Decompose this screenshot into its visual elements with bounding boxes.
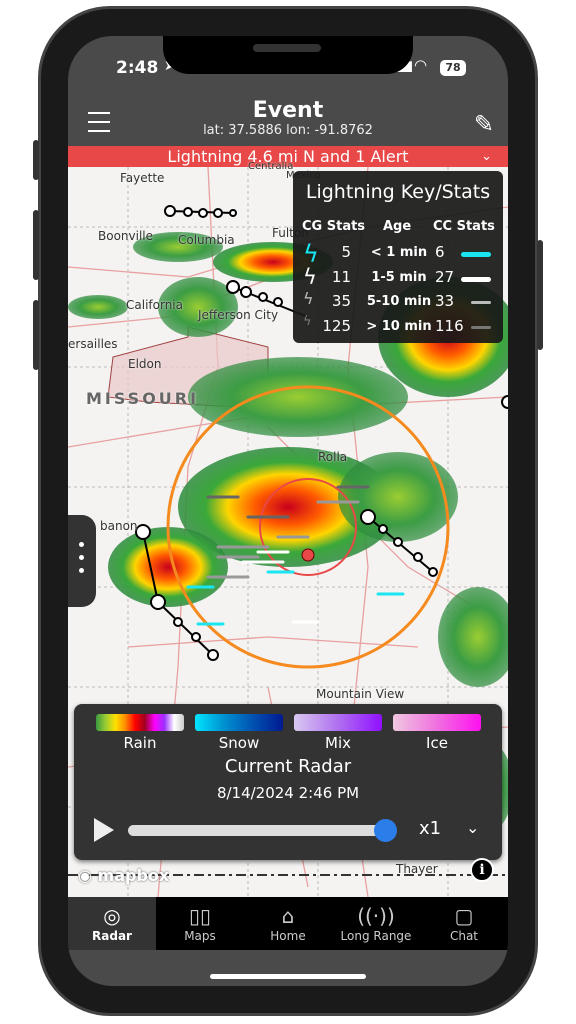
cg-count: 11 bbox=[331, 267, 351, 286]
tab-radar[interactable]: ◎ Radar bbox=[68, 897, 156, 950]
age-range: < 1 min bbox=[370, 245, 428, 260]
map-label: Fayette bbox=[120, 171, 165, 185]
tab-label: Long Range bbox=[340, 929, 412, 943]
lightning-bolt-icon: ϟ bbox=[303, 264, 317, 289]
cc-count: 27 bbox=[435, 267, 455, 286]
cc-color-swatch bbox=[471, 325, 491, 329]
map-label: Thayer bbox=[396, 862, 438, 876]
info-icon[interactable]: i bbox=[470, 858, 494, 882]
mapbox-logo: ◉ mapbox bbox=[78, 866, 170, 885]
side-drawer-handle[interactable] bbox=[68, 515, 96, 607]
cg-count: 125 bbox=[322, 316, 351, 335]
mapbox-text: mapbox bbox=[97, 866, 170, 885]
rain-color-bar bbox=[96, 714, 184, 731]
page-title: Event bbox=[252, 98, 324, 123]
edit-pencil-icon[interactable]: ✎ bbox=[474, 110, 494, 138]
age-range: 1-5 min bbox=[371, 269, 427, 285]
notch bbox=[163, 36, 413, 74]
cg-count: 35 bbox=[331, 292, 351, 310]
cc-color-swatch bbox=[471, 301, 491, 304]
tab-long-range[interactable]: ((·)) Long Range bbox=[332, 897, 420, 950]
map-label: California bbox=[126, 298, 183, 312]
cc-stats-header: CC Stats bbox=[433, 219, 495, 234]
wifi-status-icon: ◠ bbox=[414, 56, 428, 74]
tab-chat[interactable]: ▢ Chat bbox=[420, 897, 508, 950]
cc-count: 116 bbox=[435, 316, 464, 335]
radar-title: Current Radar bbox=[224, 756, 352, 777]
playback-speed[interactable]: x1 bbox=[419, 818, 441, 839]
tab-bar: ◎ Radar ▯▯ Maps ⌂ Home ((·)) Long Range ▢ Chat bbox=[68, 897, 508, 950]
map-label: banon bbox=[100, 519, 138, 533]
tab-label: Maps bbox=[184, 929, 216, 943]
lightning-row: ϟ 125 > 10 min 116 bbox=[293, 313, 503, 341]
tab-label: Chat bbox=[449, 929, 479, 943]
radar-datetime: 8/14/2024 2:46 PM bbox=[216, 784, 360, 802]
lightning-bolt-icon: ϟ bbox=[303, 289, 314, 308]
timeline-slider[interactable] bbox=[128, 825, 390, 836]
lightning-bolt-icon: ϟ bbox=[303, 313, 312, 329]
cc-color-swatch bbox=[461, 252, 491, 257]
lightning-key-panel: Lightning Key/Stats CG Stats Age CC Stat… bbox=[293, 171, 503, 343]
map-label: Eldon bbox=[128, 357, 162, 371]
lightning-row: ϟ 5 < 1 min 6 bbox=[293, 240, 503, 268]
cg-stats-header: CG Stats bbox=[302, 219, 366, 234]
legend-rain: Rain bbox=[123, 734, 157, 752]
battery-indicator: 78 bbox=[440, 60, 466, 76]
map-label: Jefferson City bbox=[198, 308, 279, 322]
tab-label: Radar bbox=[92, 929, 132, 943]
age-range: 5-10 min bbox=[366, 294, 432, 309]
cc-color-swatch bbox=[461, 276, 491, 282]
collapse-chevron-icon[interactable]: ⌄ bbox=[466, 818, 479, 837]
ice-color-bar bbox=[393, 714, 481, 731]
cg-count: 5 bbox=[341, 243, 351, 261]
tab-home[interactable]: ⌂ Home bbox=[244, 897, 332, 950]
radar-icon: ◎ bbox=[103, 904, 121, 928]
screen: 2:48➤ ▂▄▆ ◠ 78 Event lat: 37.5886 lon: -… bbox=[68, 36, 508, 986]
legend-mix: Mix bbox=[325, 734, 351, 752]
cc-count: 6 bbox=[435, 243, 445, 261]
map-label: Rolla bbox=[318, 450, 348, 464]
power-button bbox=[537, 240, 543, 350]
lightning-key-title: Lightning Key/Stats bbox=[305, 181, 491, 203]
map-label: Boonville bbox=[98, 229, 154, 243]
chat-icon: ▢ bbox=[454, 904, 474, 928]
home-icon: ⌂ bbox=[281, 904, 295, 928]
home-indicator bbox=[210, 974, 366, 979]
map-label-state: MISSOURI bbox=[86, 389, 200, 408]
status-time: 2:48 bbox=[116, 58, 159, 78]
snow-color-bar bbox=[195, 714, 283, 731]
legend-snow: Snow bbox=[218, 734, 260, 752]
header: Event lat: 37.5886 lon: -91.8762 ✎ bbox=[68, 96, 508, 146]
map-label: Columbia bbox=[178, 233, 235, 247]
radar-legend-panel: Rain Snow Mix Ice Current Radar 8/14/202… bbox=[74, 704, 502, 860]
wifi-icon: ((·)) bbox=[357, 904, 395, 928]
tab-label: Home bbox=[270, 929, 306, 943]
menu-icon[interactable] bbox=[88, 112, 110, 139]
map-label: ersailles bbox=[68, 337, 118, 351]
volume-up-button bbox=[33, 210, 39, 280]
lightning-row: ϟ 35 5-10 min 33 bbox=[293, 289, 503, 316]
legend-ice: Ice bbox=[426, 734, 448, 752]
lightning-row: ϟ 11 1-5 min 27 bbox=[293, 264, 503, 292]
side-button bbox=[33, 140, 39, 180]
coordinates: lat: 37.5886 lon: -91.8762 bbox=[203, 123, 373, 138]
age-range: > 10 min bbox=[366, 318, 432, 334]
volume-down-button bbox=[33, 300, 39, 370]
tab-maps[interactable]: ▯▯ Maps bbox=[156, 897, 244, 950]
map-label: Mountain View bbox=[316, 687, 405, 701]
age-header: Age bbox=[383, 219, 412, 234]
location-marker bbox=[301, 548, 315, 562]
timeline-slider-thumb[interactable] bbox=[374, 819, 397, 842]
chevron-down-icon[interactable]: ⌄ bbox=[481, 146, 492, 167]
play-icon[interactable] bbox=[94, 818, 114, 842]
mix-color-bar bbox=[294, 714, 382, 731]
cc-count: 33 bbox=[435, 292, 455, 310]
map-icon: ▯▯ bbox=[188, 904, 211, 928]
